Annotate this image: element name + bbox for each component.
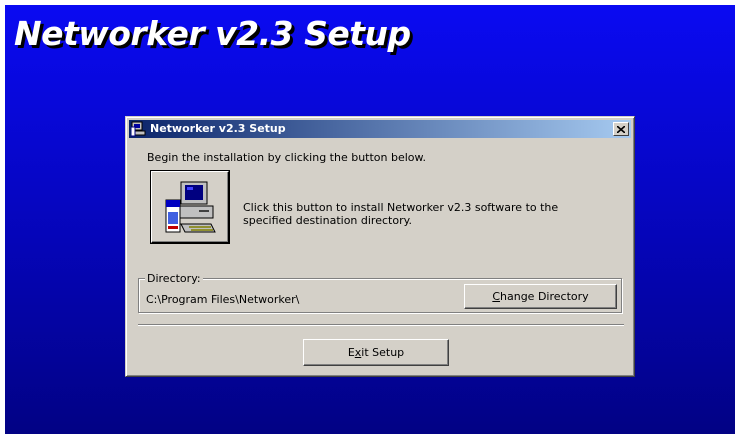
setup-dialog: Networker v2.3 Setup Begin the installat… — [125, 116, 635, 377]
close-icon — [617, 125, 625, 133]
directory-path: C:\Program Files\Networker\ — [146, 293, 300, 306]
install-description: Click this button to install Networker v… — [243, 201, 559, 227]
close-button[interactable] — [613, 122, 629, 136]
dialog-title: Networker v2.3 Setup — [150, 122, 286, 135]
change-directory-label: hange Directory — [500, 290, 589, 303]
separator — [138, 324, 624, 326]
intro-text: Begin the installation by clicking the b… — [147, 151, 427, 164]
exit-label-start: E — [347, 346, 355, 359]
dialog-titlebar[interactable]: Networker v2.3 Setup — [129, 120, 631, 138]
computer-install-icon — [165, 181, 216, 233]
install-button[interactable] — [151, 171, 229, 243]
change-directory-mnemonic: C — [492, 290, 501, 303]
directory-label: Directory: — [145, 272, 203, 285]
change-directory-button[interactable]: Change Directory — [464, 284, 617, 309]
exit-label-end: it Setup — [361, 346, 405, 359]
setup-app-icon — [131, 121, 146, 137]
directory-group: Directory: C:\Program Files\Networker\ C… — [138, 272, 622, 313]
exit-setup-button[interactable]: Ex it Setup — [303, 339, 449, 366]
background-title: Networker v2.3 Setup — [14, 14, 411, 53]
